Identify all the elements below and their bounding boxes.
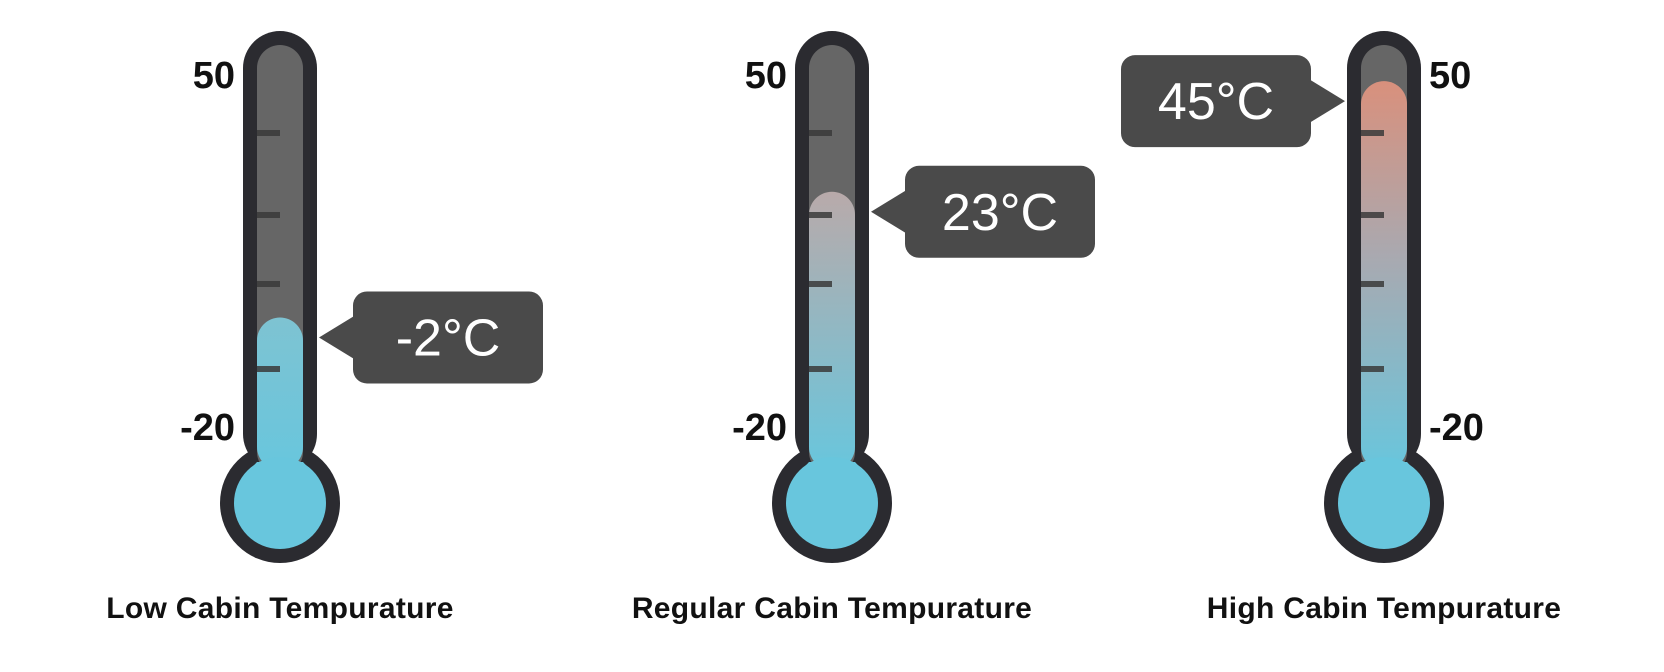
scale-max-label: 50 — [1429, 55, 1471, 97]
bulb — [234, 457, 326, 549]
tick-mark — [1361, 281, 1384, 287]
thermometer-2: 50 -20 45°C — [1121, 31, 1484, 563]
reading-label: -2°C — [396, 309, 501, 367]
tick-mark — [809, 212, 832, 218]
reading-label: 45°C — [1158, 73, 1274, 131]
tick-mark — [809, 130, 832, 136]
thermometer-0: 50 -20 -2°C — [180, 31, 543, 563]
bulb — [786, 457, 878, 549]
tick-mark — [1361, 212, 1384, 218]
caption-high: High Cabin Tempurature — [1206, 592, 1562, 625]
tick-mark — [809, 366, 832, 372]
tick-mark — [257, 212, 280, 218]
tick-mark — [257, 281, 280, 287]
bulb — [1338, 457, 1430, 549]
callout-pointer — [871, 189, 907, 234]
tick-mark — [1361, 130, 1384, 136]
scale-min-label: -20 — [180, 407, 235, 449]
tick-mark — [809, 281, 832, 287]
tick-mark — [257, 130, 280, 136]
callout-pointer — [319, 315, 355, 360]
liquid-column — [1361, 81, 1407, 471]
caption-low: Low Cabin Tempurature — [106, 592, 454, 625]
liquid-column — [809, 191, 855, 470]
callout-pointer — [1309, 79, 1345, 124]
scale-max-label: 50 — [745, 55, 787, 97]
caption-regular: Regular Cabin Tempurature — [631, 592, 1033, 625]
reading-label: 23°C — [942, 184, 1058, 242]
tick-mark — [257, 366, 280, 372]
scale-min-label: -20 — [1429, 407, 1484, 449]
thermometer-1: 50 -20 23°C — [732, 31, 1095, 563]
liquid-column — [257, 317, 303, 470]
scale-max-label: 50 — [193, 55, 235, 97]
tick-mark — [1361, 366, 1384, 372]
thermometer-diagram: 50 -20 -2°C 50 -20 23°C 50 -20 45°C — [180, 31, 1484, 563]
scale-min-label: -20 — [732, 407, 787, 449]
